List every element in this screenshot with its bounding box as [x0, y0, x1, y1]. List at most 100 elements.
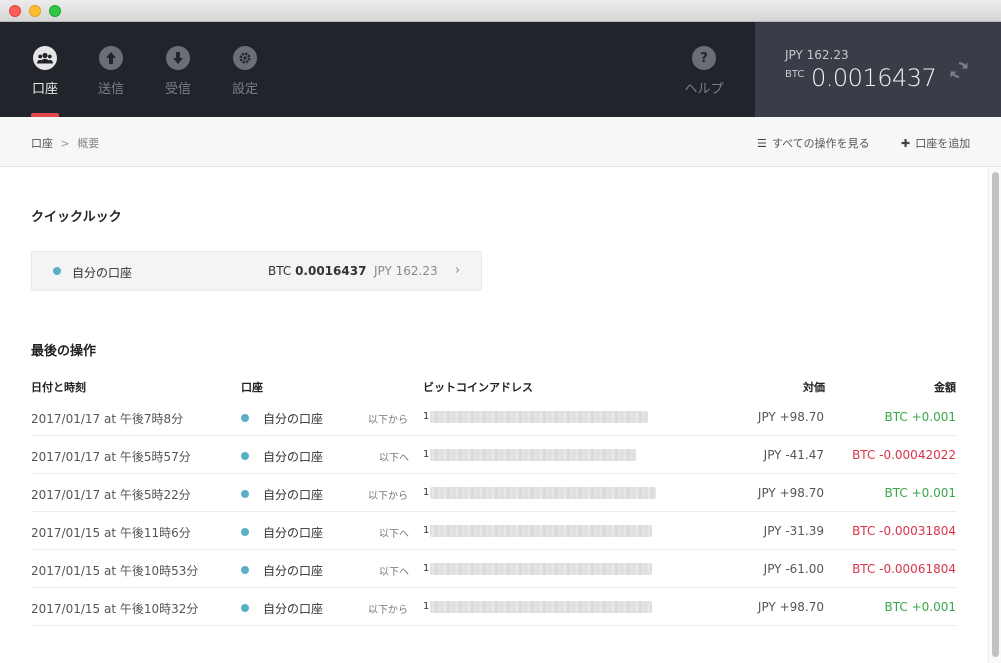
- transaction-date: 2017/01/17 at 午後5時57分: [31, 450, 191, 464]
- add-account-label: 口座を追加: [915, 137, 971, 150]
- nav-tab-label: 設定: [231, 82, 258, 97]
- quicklook-jpy-balance: JPY 162.23: [374, 264, 438, 278]
- nav-tab-label: 受信: [164, 82, 191, 97]
- blurred-address: [430, 487, 656, 499]
- transaction-direction: 以下から: [368, 415, 408, 426]
- transaction-btc-amount: BTC -0.00031804: [852, 524, 956, 538]
- breadcrumb: 口座 > 概要: [31, 135, 99, 151]
- vertical-scrollbar[interactable]: [988, 168, 1001, 663]
- transaction-date: 2017/01/17 at 午後7時8分: [31, 412, 184, 426]
- transaction-jpy-value: JPY +98.70: [757, 600, 824, 614]
- transaction-address: 1: [423, 525, 430, 536]
- transaction-address: 1: [423, 601, 430, 612]
- transaction-account: 自分の口座: [263, 602, 324, 616]
- transaction-jpy-value: JPY -31.39: [763, 524, 824, 538]
- account-color-dot: [241, 414, 249, 422]
- transaction-row[interactable]: 2017/01/15 at 午後10時53分 自分の口座 以下へ 1 JPY -61.0…: [31, 550, 956, 588]
- blurred-address: [430, 601, 652, 613]
- transaction-row[interactable]: 2017/01/15 at 午後10時32分 自分の口座 以下から 1 JPY +98.…: [31, 588, 956, 626]
- breadcrumb-current: 概要: [77, 137, 100, 150]
- transaction-address: 1: [423, 411, 430, 422]
- account-color-dot: [241, 452, 249, 460]
- account-color-dot: [53, 267, 61, 275]
- breadcrumb-bar: 口座 > 概要 ☰ すべての操作を見る ✚ 口座を追加: [0, 117, 1001, 167]
- transaction-row[interactable]: 2017/01/17 at 午後5時57分 自分の口座 以下へ 1 JPY -41.47…: [31, 436, 956, 474]
- balance-btc-currency: BTC: [785, 69, 805, 80]
- blurred-address: [430, 449, 636, 461]
- top-navigation: 口座 送信 受信 設定 ? ヘルプ: [0, 22, 755, 117]
- nav-help[interactable]: ? ヘルプ: [674, 22, 734, 117]
- chevron-right-icon: ›: [455, 263, 461, 278]
- column-header-account: 口座: [241, 381, 263, 394]
- quicklook-account-name: 自分の口座: [72, 266, 133, 280]
- blurred-address: [430, 525, 652, 537]
- transaction-date: 2017/01/15 at 午後10時53分: [31, 564, 199, 578]
- quicklook-account-card[interactable]: 自分の口座 BTC 0.0016437 JPY 162.23 ›: [31, 251, 482, 291]
- transaction-account: 自分の口座: [263, 412, 324, 426]
- column-header-address: ビットコインアドレス: [423, 381, 533, 394]
- list-icon: ☰: [757, 137, 767, 150]
- blurred-address: [430, 563, 652, 575]
- transaction-account: 自分の口座: [263, 526, 324, 540]
- transaction-date: 2017/01/15 at 午後11時6分: [31, 526, 191, 540]
- transaction-address: 1: [423, 563, 430, 574]
- account-color-dot: [241, 604, 249, 612]
- transaction-row[interactable]: 2017/01/15 at 午後11時6分 自分の口座 以下へ 1 JPY -31.39…: [31, 512, 956, 550]
- transaction-row[interactable]: 2017/01/17 at 午後5時22分 自分の口座 以下から 1 JPY +98.7…: [31, 474, 956, 512]
- transaction-date: 2017/01/17 at 午後5時22分: [31, 488, 191, 502]
- transaction-direction: 以下へ: [379, 529, 409, 540]
- balance-panel: JPY 162.23 BTC 0.0016437: [755, 22, 1001, 117]
- transaction-account: 自分の口座: [263, 450, 324, 464]
- nav-tab-send[interactable]: 送信: [81, 22, 141, 117]
- view-all-operations-label: すべての操作を見る: [771, 137, 870, 150]
- nav-help-label: ヘルプ: [684, 82, 724, 97]
- recent-operations-heading: 最後の操作: [31, 344, 97, 359]
- column-header-value: 対価: [803, 381, 825, 394]
- close-window-button[interactable]: [9, 5, 21, 17]
- gear-icon: [233, 46, 257, 70]
- arrow-up-icon: [99, 46, 123, 70]
- breadcrumb-separator: >: [60, 137, 70, 150]
- balance-jpy: JPY 162.23: [785, 48, 849, 62]
- add-account-button[interactable]: ✚ 口座を追加: [901, 135, 970, 151]
- users-icon: [33, 46, 57, 70]
- account-color-dot: [241, 528, 249, 536]
- transaction-btc-amount: BTC +0.001: [884, 486, 956, 500]
- transaction-row[interactable]: 2017/01/17 at 午後7時8分 自分の口座 以下から 1 JPY +98.70…: [31, 398, 956, 436]
- refresh-icon[interactable]: [948, 59, 970, 81]
- quicklook-btc-balance: BTC 0.0016437: [268, 264, 367, 278]
- transaction-jpy-value: JPY -61.00: [763, 562, 824, 576]
- nav-tab-settings[interactable]: 設定: [215, 22, 275, 117]
- transaction-jpy-value: JPY -41.47: [763, 448, 824, 462]
- transaction-direction: 以下から: [368, 605, 408, 616]
- transaction-jpy-value: JPY +98.70: [757, 410, 824, 424]
- blurred-address: [430, 411, 648, 423]
- transaction-btc-amount: BTC +0.001: [884, 410, 956, 424]
- transaction-direction: 以下へ: [379, 567, 409, 578]
- zoom-window-button[interactable]: [49, 5, 61, 17]
- transaction-account: 自分の口座: [263, 564, 324, 578]
- help-icon: ?: [692, 46, 716, 70]
- arrow-down-icon: [166, 46, 190, 70]
- nav-tab-receive[interactable]: 受信: [148, 22, 208, 117]
- main-content: クイックルック 自分の口座 BTC 0.0016437 JPY 162.23 ›…: [0, 168, 987, 663]
- minimize-window-button[interactable]: [29, 5, 41, 17]
- transaction-direction: 以下へ: [379, 453, 409, 464]
- transaction-direction: 以下から: [368, 491, 408, 502]
- transaction-btc-amount: BTC +0.001: [884, 600, 956, 614]
- column-header-amount: 金額: [934, 381, 956, 394]
- window-titlebar: [0, 0, 1001, 22]
- transaction-address: 1: [423, 487, 430, 498]
- scrollbar-thumb[interactable]: [992, 172, 999, 657]
- account-color-dot: [241, 566, 249, 574]
- account-color-dot: [241, 490, 249, 498]
- transaction-btc-amount: BTC -0.00042022: [852, 448, 956, 462]
- nav-tab-label: 口座: [31, 82, 58, 97]
- nav-tab-label: 送信: [97, 82, 124, 97]
- view-all-operations-button[interactable]: ☰ すべての操作を見る: [757, 135, 870, 151]
- breadcrumb-parent[interactable]: 口座: [31, 137, 53, 150]
- transaction-account: 自分の口座: [263, 488, 324, 502]
- nav-tab-accounts[interactable]: 口座: [15, 22, 75, 117]
- transaction-date: 2017/01/15 at 午後10時32分: [31, 602, 199, 616]
- balance-btc-value: 0.0016437: [811, 64, 937, 92]
